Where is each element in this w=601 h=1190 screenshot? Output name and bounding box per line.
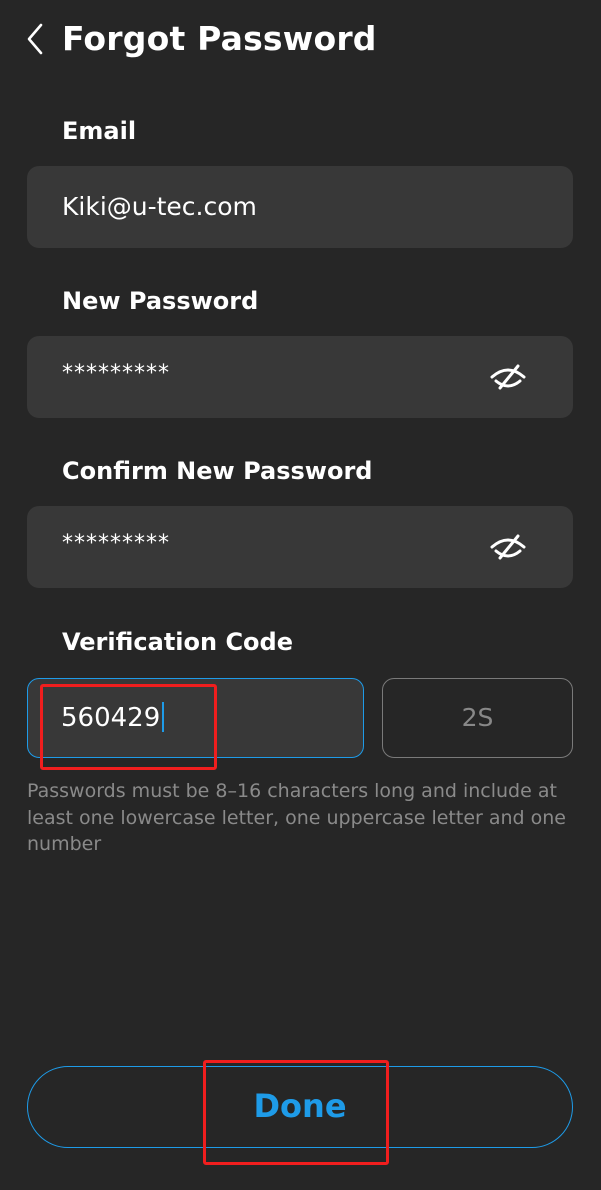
password-requirements-hint: Passwords must be 8–16 characters long a… — [27, 780, 566, 855]
verification-code-label: Verification Code — [62, 628, 293, 656]
eye-off-icon — [490, 364, 526, 390]
new-password-label: New Password — [62, 287, 259, 315]
confirm-password-value: ********* — [62, 531, 170, 556]
page-title: Forgot Password — [62, 19, 377, 58]
header: Forgot Password — [0, 0, 601, 80]
confirm-password-visibility-toggle[interactable] — [489, 532, 527, 562]
highlight-box-done-button — [203, 1060, 389, 1165]
highlight-box-verification-code — [40, 684, 217, 770]
confirm-password-field[interactable]: ********* — [27, 506, 573, 588]
new-password-visibility-toggle[interactable] — [489, 362, 527, 392]
email-field[interactable]: Kiki@u-tec.com — [27, 166, 573, 248]
chevron-left-icon — [27, 23, 43, 55]
eye-off-icon — [490, 534, 526, 560]
forgot-password-screen: Forgot Password Email Kiki@u-tec.com New… — [0, 0, 601, 1190]
back-button[interactable] — [22, 22, 52, 56]
new-password-value: ********* — [62, 361, 170, 386]
resend-code-timer-button[interactable]: 2S — [382, 678, 573, 758]
email-value: Kiki@u-tec.com — [62, 192, 257, 221]
email-label: Email — [62, 117, 137, 145]
new-password-field[interactable]: ********* — [27, 336, 573, 418]
confirm-password-label: Confirm New Password — [62, 457, 373, 485]
